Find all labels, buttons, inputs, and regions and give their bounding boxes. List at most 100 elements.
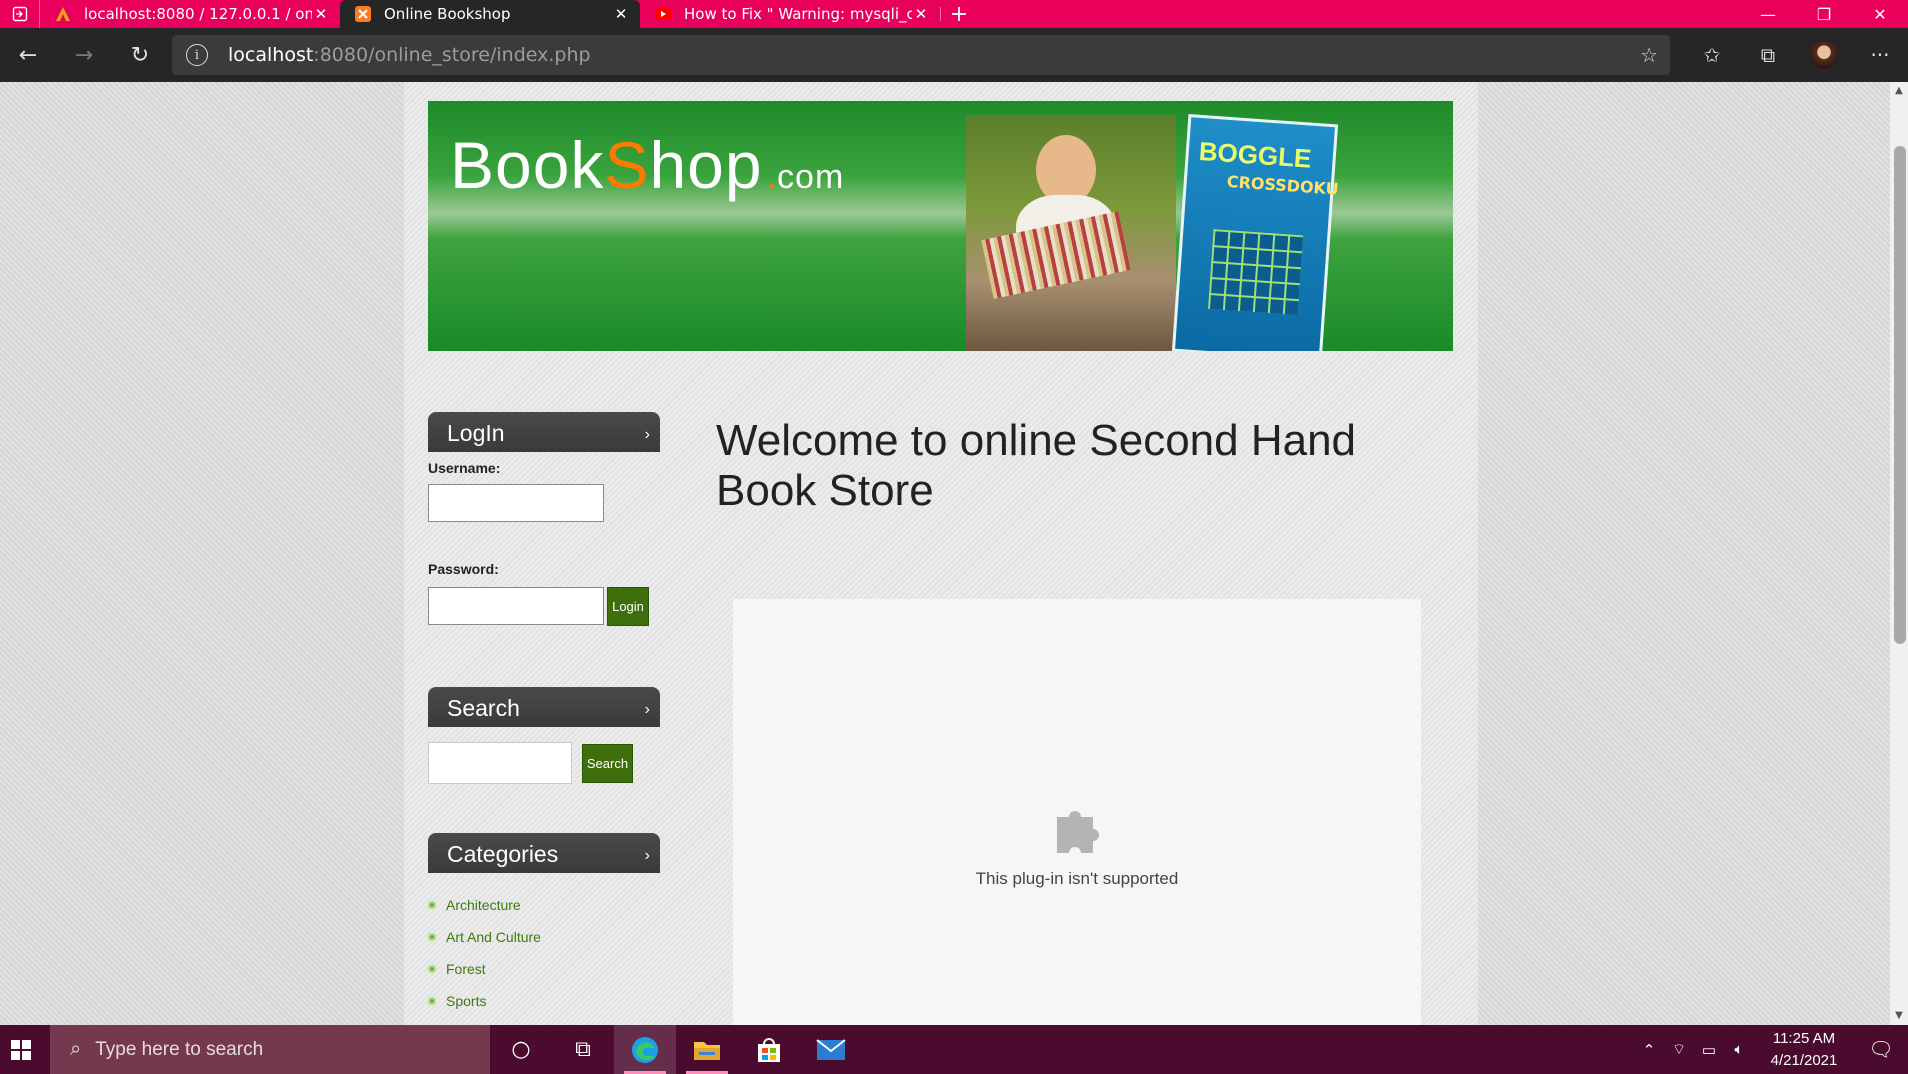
tab-online-bookshop[interactable]: Online Bookshop ✕	[340, 0, 640, 28]
login-title: LogIn	[447, 420, 505, 446]
search-panel-header: Search ›	[428, 687, 660, 727]
scroll-down-icon[interactable]: ▼	[1890, 1007, 1908, 1025]
restore-icon: ❐	[1816, 4, 1832, 24]
address-bar[interactable]: i localhost:8080/online_store/index.php …	[172, 35, 1670, 75]
minimize-button[interactable]: —	[1740, 0, 1796, 28]
page-scrollbar[interactable]: ▲ ▼	[1890, 82, 1908, 1025]
profile-button[interactable]	[1796, 41, 1852, 69]
search-button[interactable]: Search	[582, 744, 633, 783]
start-button[interactable]	[0, 1025, 42, 1074]
favorites-icon: ✩	[1703, 43, 1721, 67]
edge-icon	[632, 1036, 658, 1063]
categories-list: Architecture Art And Culture Forest Spor…	[428, 889, 541, 1017]
refresh-button[interactable]: ↻	[112, 43, 168, 68]
close-tab-icon[interactable]: ✕	[912, 5, 930, 23]
bullet-icon	[428, 933, 436, 941]
scroll-up-icon[interactable]: ▲	[1890, 82, 1908, 100]
close-tab-icon[interactable]: ✕	[612, 5, 630, 23]
close-tab-icon[interactable]: ✕	[312, 5, 330, 23]
category-item[interactable]: Forest	[428, 953, 541, 985]
category-item[interactable]: Sports	[428, 985, 541, 1017]
category-link[interactable]: Sports	[446, 993, 486, 1009]
forward-arrow-icon: →	[74, 42, 94, 68]
mail-icon	[816, 1038, 846, 1060]
search-icon: ⌕	[70, 1038, 82, 1060]
avatar	[1810, 41, 1838, 69]
store-taskbar-button[interactable]	[738, 1025, 800, 1074]
new-tab-button[interactable]: +	[941, 0, 977, 28]
toolbar-actions: ✩ ⧉ ···	[1684, 28, 1908, 82]
boggle-subtitle: CROSSDOKU	[1226, 171, 1340, 199]
wifi-icon[interactable]: ⌔	[1664, 1040, 1694, 1059]
cortana-circle-icon: ○	[511, 1037, 531, 1062]
scrollbar-thumb[interactable]	[1894, 146, 1906, 644]
search-title: Search	[447, 695, 520, 721]
file-explorer-taskbar-button[interactable]	[676, 1025, 738, 1074]
search-input[interactable]	[428, 742, 572, 784]
show-hidden-icons-icon[interactable]: ⌃	[1634, 1041, 1664, 1059]
task-view-button[interactable]: ⧉	[552, 1025, 614, 1074]
logo-text-com: com	[777, 158, 845, 196]
clock-time: 11:25 AM	[1772, 1029, 1836, 1047]
settings-menu-button[interactable]: ···	[1852, 43, 1908, 67]
logo-tld: .com	[767, 158, 845, 196]
forward-button[interactable]: →	[56, 43, 112, 68]
category-item[interactable]: Architecture	[428, 889, 541, 921]
add-favorite-icon[interactable]: ☆	[1640, 43, 1658, 67]
girl-reading-image	[966, 115, 1176, 351]
category-link[interactable]: Forest	[446, 961, 486, 977]
site-info-icon[interactable]: i	[186, 44, 208, 66]
window-controls: — ❐ ✕	[1740, 0, 1908, 28]
store-bag-icon	[758, 1037, 780, 1062]
xampp-icon	[354, 5, 372, 23]
plugin-message: This plug-in isn't supported	[975, 869, 1179, 888]
back-button[interactable]: ←	[0, 43, 56, 68]
taskbar-search-placeholder: Type here to search	[95, 1038, 264, 1060]
tab-youtube[interactable]: How to Fix " Warning: mysqli_con ✕	[640, 0, 940, 28]
tab-actions-icon	[12, 6, 27, 22]
windows-taskbar: ⌕ Type here to search ○ ⧉ ⌃ ⌔ ▭ 🔈︎ 11:25…	[0, 1025, 1908, 1074]
logo-text-s: S	[604, 128, 650, 202]
clock[interactable]: 11:25 AM 4/21/2021	[1754, 1028, 1854, 1072]
boggle-book-image: BOGGLE CROSSDOKU	[1171, 114, 1340, 351]
windows-logo-icon	[11, 1039, 31, 1060]
phpmyadmin-icon	[54, 5, 72, 23]
restore-button[interactable]: ❐	[1796, 0, 1852, 28]
password-field[interactable]	[428, 587, 604, 625]
logo-dot: .	[766, 158, 778, 196]
favorites-button[interactable]: ✩	[1684, 43, 1740, 67]
minimize-icon: —	[1760, 4, 1776, 24]
tab-phpmyadmin[interactable]: localhost:8080 / 127.0.0.1 / onlin ✕	[40, 0, 340, 28]
welcome-heading: Welcome to online Second Hand Book Store	[716, 416, 1357, 515]
plus-icon: +	[949, 1, 969, 27]
chevron-right-icon: ›	[644, 847, 650, 864]
close-window-button[interactable]: ✕	[1852, 0, 1908, 28]
password-label: Password:	[428, 561, 499, 577]
browser-toolbar: ← → ↻ i localhost:8080/online_store/inde…	[0, 28, 1908, 82]
collections-icon: ⧉	[1760, 43, 1776, 67]
taskbar-search-box[interactable]: ⌕ Type here to search	[50, 1025, 490, 1074]
edge-taskbar-button[interactable]	[614, 1025, 676, 1074]
refresh-icon: ↻	[130, 42, 150, 68]
category-link[interactable]: Art And Culture	[446, 929, 541, 945]
tab-title: Online Bookshop	[384, 5, 511, 23]
collections-button[interactable]: ⧉	[1740, 43, 1796, 67]
cortana-button[interactable]: ○	[490, 1025, 552, 1074]
tab-strip: localhost:8080 / 127.0.0.1 / onlin ✕ Onl…	[0, 0, 1908, 28]
battery-icon[interactable]: ▭	[1694, 1041, 1724, 1059]
categories-panel-header: Categories ›	[428, 833, 660, 873]
username-field[interactable]	[428, 484, 604, 522]
category-link[interactable]: Architecture	[446, 897, 521, 913]
close-icon: ✕	[1873, 4, 1887, 24]
category-item[interactable]: Art And Culture	[428, 921, 541, 953]
open-book-shape	[981, 211, 1131, 299]
header-banner: BookShop .com BOGGLE CROSSDOKU	[428, 101, 1453, 351]
bullet-icon	[428, 965, 436, 973]
mail-taskbar-button[interactable]	[800, 1025, 862, 1074]
login-button[interactable]: Login	[607, 587, 649, 626]
volume-icon[interactable]: 🔈︎	[1724, 1041, 1754, 1058]
bookshop-logo[interactable]: BookShop .com	[450, 127, 844, 203]
tab-actions-button[interactable]	[0, 0, 40, 28]
back-arrow-icon: ←	[18, 42, 38, 68]
notifications-icon[interactable]: 🗨︎	[1854, 1037, 1908, 1062]
